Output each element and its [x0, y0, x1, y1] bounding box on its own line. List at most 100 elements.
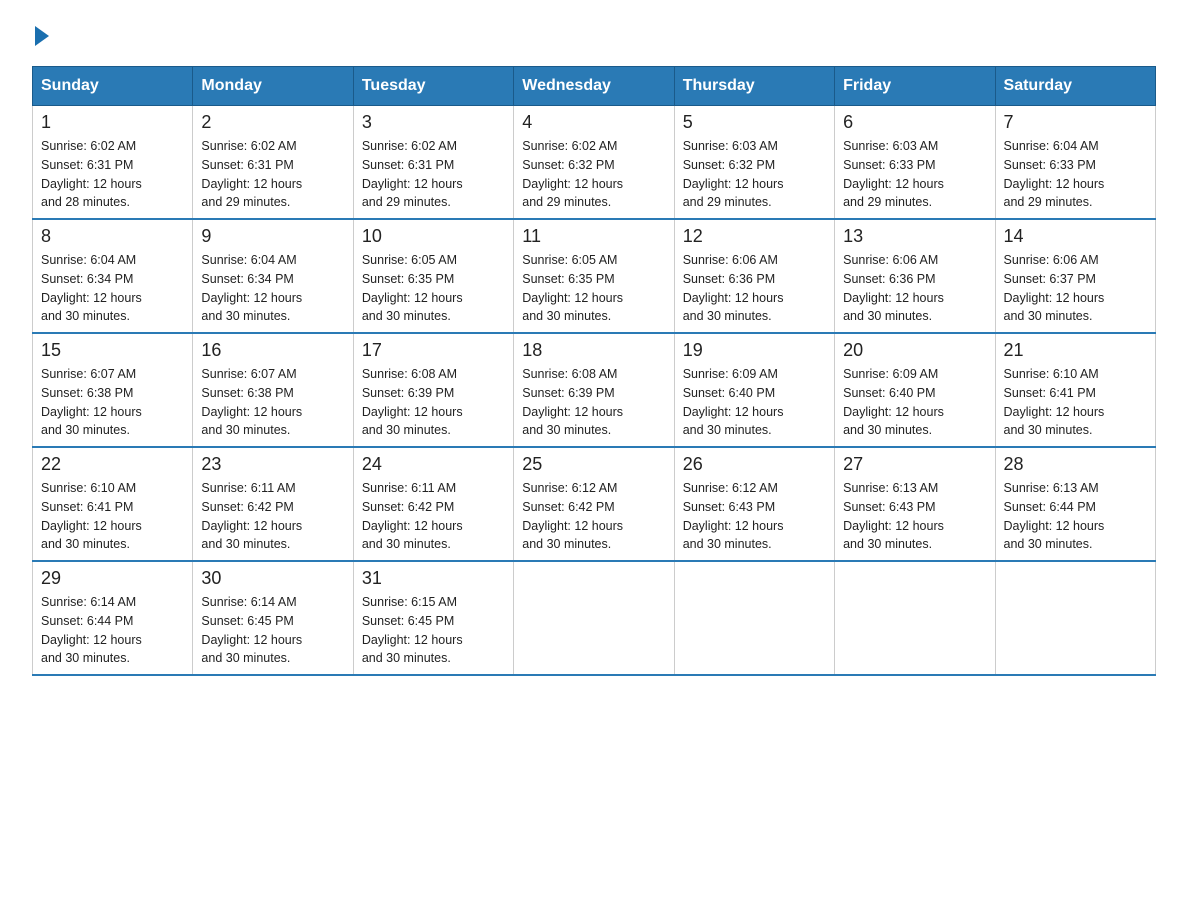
day-info: Sunrise: 6:10 AM Sunset: 6:41 PM Dayligh…: [1004, 365, 1147, 440]
calendar-cell: 16 Sunrise: 6:07 AM Sunset: 6:38 PM Dayl…: [193, 333, 353, 447]
day-info: Sunrise: 6:08 AM Sunset: 6:39 PM Dayligh…: [362, 365, 505, 440]
header-tuesday: Tuesday: [353, 67, 513, 106]
day-info: Sunrise: 6:07 AM Sunset: 6:38 PM Dayligh…: [201, 365, 344, 440]
day-number: 30: [201, 568, 344, 589]
calendar-cell: 10 Sunrise: 6:05 AM Sunset: 6:35 PM Dayl…: [353, 219, 513, 333]
day-info: Sunrise: 6:09 AM Sunset: 6:40 PM Dayligh…: [843, 365, 986, 440]
day-number: 1: [41, 112, 184, 133]
day-info: Sunrise: 6:02 AM Sunset: 6:32 PM Dayligh…: [522, 137, 665, 212]
day-info: Sunrise: 6:04 AM Sunset: 6:34 PM Dayligh…: [201, 251, 344, 326]
day-number: 27: [843, 454, 986, 475]
day-info: Sunrise: 6:12 AM Sunset: 6:42 PM Dayligh…: [522, 479, 665, 554]
calendar-cell: [514, 561, 674, 675]
day-number: 11: [522, 226, 665, 247]
calendar-week-row: 8 Sunrise: 6:04 AM Sunset: 6:34 PM Dayli…: [33, 219, 1156, 333]
calendar-cell: 24 Sunrise: 6:11 AM Sunset: 6:42 PM Dayl…: [353, 447, 513, 561]
calendar-cell: 18 Sunrise: 6:08 AM Sunset: 6:39 PM Dayl…: [514, 333, 674, 447]
day-info: Sunrise: 6:11 AM Sunset: 6:42 PM Dayligh…: [201, 479, 344, 554]
calendar-cell: 8 Sunrise: 6:04 AM Sunset: 6:34 PM Dayli…: [33, 219, 193, 333]
calendar-cell: 28 Sunrise: 6:13 AM Sunset: 6:44 PM Dayl…: [995, 447, 1155, 561]
calendar-table: SundayMondayTuesdayWednesdayThursdayFrid…: [32, 66, 1156, 676]
day-number: 17: [362, 340, 505, 361]
day-number: 15: [41, 340, 184, 361]
calendar-cell: [995, 561, 1155, 675]
calendar-cell: 26 Sunrise: 6:12 AM Sunset: 6:43 PM Dayl…: [674, 447, 834, 561]
calendar-cell: 17 Sunrise: 6:08 AM Sunset: 6:39 PM Dayl…: [353, 333, 513, 447]
day-number: 13: [843, 226, 986, 247]
day-number: 16: [201, 340, 344, 361]
calendar-cell: 7 Sunrise: 6:04 AM Sunset: 6:33 PM Dayli…: [995, 106, 1155, 220]
day-info: Sunrise: 6:09 AM Sunset: 6:40 PM Dayligh…: [683, 365, 826, 440]
calendar-cell: 12 Sunrise: 6:06 AM Sunset: 6:36 PM Dayl…: [674, 219, 834, 333]
day-number: 5: [683, 112, 826, 133]
calendar-week-row: 15 Sunrise: 6:07 AM Sunset: 6:38 PM Dayl…: [33, 333, 1156, 447]
day-info: Sunrise: 6:02 AM Sunset: 6:31 PM Dayligh…: [41, 137, 184, 212]
calendar-cell: [835, 561, 995, 675]
day-info: Sunrise: 6:14 AM Sunset: 6:45 PM Dayligh…: [201, 593, 344, 668]
calendar-cell: 13 Sunrise: 6:06 AM Sunset: 6:36 PM Dayl…: [835, 219, 995, 333]
calendar-cell: 4 Sunrise: 6:02 AM Sunset: 6:32 PM Dayli…: [514, 106, 674, 220]
day-info: Sunrise: 6:12 AM Sunset: 6:43 PM Dayligh…: [683, 479, 826, 554]
day-number: 26: [683, 454, 826, 475]
day-info: Sunrise: 6:05 AM Sunset: 6:35 PM Dayligh…: [362, 251, 505, 326]
calendar-cell: 19 Sunrise: 6:09 AM Sunset: 6:40 PM Dayl…: [674, 333, 834, 447]
day-number: 28: [1004, 454, 1147, 475]
day-info: Sunrise: 6:14 AM Sunset: 6:44 PM Dayligh…: [41, 593, 184, 668]
calendar-cell: 15 Sunrise: 6:07 AM Sunset: 6:38 PM Dayl…: [33, 333, 193, 447]
day-info: Sunrise: 6:02 AM Sunset: 6:31 PM Dayligh…: [201, 137, 344, 212]
day-info: Sunrise: 6:13 AM Sunset: 6:44 PM Dayligh…: [1004, 479, 1147, 554]
calendar-cell: 11 Sunrise: 6:05 AM Sunset: 6:35 PM Dayl…: [514, 219, 674, 333]
day-info: Sunrise: 6:03 AM Sunset: 6:33 PM Dayligh…: [843, 137, 986, 212]
calendar-week-row: 29 Sunrise: 6:14 AM Sunset: 6:44 PM Dayl…: [33, 561, 1156, 675]
calendar-cell: 20 Sunrise: 6:09 AM Sunset: 6:40 PM Dayl…: [835, 333, 995, 447]
day-number: 24: [362, 454, 505, 475]
calendar-cell: 1 Sunrise: 6:02 AM Sunset: 6:31 PM Dayli…: [33, 106, 193, 220]
day-info: Sunrise: 6:03 AM Sunset: 6:32 PM Dayligh…: [683, 137, 826, 212]
day-number: 6: [843, 112, 986, 133]
day-info: Sunrise: 6:08 AM Sunset: 6:39 PM Dayligh…: [522, 365, 665, 440]
header-sunday: Sunday: [33, 67, 193, 106]
calendar-cell: 9 Sunrise: 6:04 AM Sunset: 6:34 PM Dayli…: [193, 219, 353, 333]
day-number: 12: [683, 226, 826, 247]
calendar-cell: 27 Sunrise: 6:13 AM Sunset: 6:43 PM Dayl…: [835, 447, 995, 561]
day-number: 4: [522, 112, 665, 133]
header-friday: Friday: [835, 67, 995, 106]
day-number: 25: [522, 454, 665, 475]
calendar-cell: 5 Sunrise: 6:03 AM Sunset: 6:32 PM Dayli…: [674, 106, 834, 220]
day-number: 21: [1004, 340, 1147, 361]
header-saturday: Saturday: [995, 67, 1155, 106]
calendar-cell: 3 Sunrise: 6:02 AM Sunset: 6:31 PM Dayli…: [353, 106, 513, 220]
day-number: 22: [41, 454, 184, 475]
calendar-cell: 29 Sunrise: 6:14 AM Sunset: 6:44 PM Dayl…: [33, 561, 193, 675]
day-number: 8: [41, 226, 184, 247]
day-number: 18: [522, 340, 665, 361]
calendar-cell: [674, 561, 834, 675]
logo: [32, 24, 51, 46]
day-info: Sunrise: 6:07 AM Sunset: 6:38 PM Dayligh…: [41, 365, 184, 440]
day-info: Sunrise: 6:11 AM Sunset: 6:42 PM Dayligh…: [362, 479, 505, 554]
day-info: Sunrise: 6:06 AM Sunset: 6:37 PM Dayligh…: [1004, 251, 1147, 326]
day-info: Sunrise: 6:06 AM Sunset: 6:36 PM Dayligh…: [843, 251, 986, 326]
day-info: Sunrise: 6:10 AM Sunset: 6:41 PM Dayligh…: [41, 479, 184, 554]
day-info: Sunrise: 6:04 AM Sunset: 6:34 PM Dayligh…: [41, 251, 184, 326]
calendar-week-row: 1 Sunrise: 6:02 AM Sunset: 6:31 PM Dayli…: [33, 106, 1156, 220]
day-info: Sunrise: 6:02 AM Sunset: 6:31 PM Dayligh…: [362, 137, 505, 212]
logo-arrow-icon: [35, 26, 49, 46]
header-wednesday: Wednesday: [514, 67, 674, 106]
day-number: 29: [41, 568, 184, 589]
calendar-cell: 31 Sunrise: 6:15 AM Sunset: 6:45 PM Dayl…: [353, 561, 513, 675]
header-thursday: Thursday: [674, 67, 834, 106]
day-number: 3: [362, 112, 505, 133]
day-number: 23: [201, 454, 344, 475]
day-info: Sunrise: 6:13 AM Sunset: 6:43 PM Dayligh…: [843, 479, 986, 554]
day-number: 10: [362, 226, 505, 247]
calendar-cell: 2 Sunrise: 6:02 AM Sunset: 6:31 PM Dayli…: [193, 106, 353, 220]
calendar-cell: 21 Sunrise: 6:10 AM Sunset: 6:41 PM Dayl…: [995, 333, 1155, 447]
page-header: [32, 24, 1156, 46]
calendar-cell: 22 Sunrise: 6:10 AM Sunset: 6:41 PM Dayl…: [33, 447, 193, 561]
day-info: Sunrise: 6:05 AM Sunset: 6:35 PM Dayligh…: [522, 251, 665, 326]
day-number: 9: [201, 226, 344, 247]
day-number: 14: [1004, 226, 1147, 247]
day-info: Sunrise: 6:04 AM Sunset: 6:33 PM Dayligh…: [1004, 137, 1147, 212]
day-number: 20: [843, 340, 986, 361]
